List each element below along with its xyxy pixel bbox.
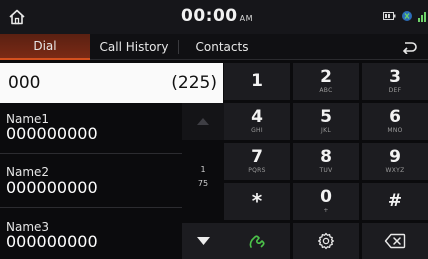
back-arrow-icon <box>402 42 417 54</box>
battery-icon <box>383 12 396 20</box>
dial-number-field[interactable]: 000 (225) <box>0 63 223 103</box>
key-digit: 7 <box>251 147 263 167</box>
phone-handset-icon <box>249 235 265 248</box>
contact-list: Name1 000000000 Name2 000000000 Name3 00… <box>0 103 182 259</box>
list-item[interactable]: Name3 000000000 <box>0 208 182 259</box>
contact-name: Name2 <box>6 165 50 179</box>
key-digit: 8 <box>320 147 332 167</box>
key-star[interactable]: * <box>224 183 290 220</box>
key-5[interactable]: 5 JKL <box>293 103 359 140</box>
key-9[interactable]: 9 WXYZ <box>362 143 428 180</box>
dial-keypad: 1 2 ABC 3 DEF 4 GHI 5 JKL 6 MNO 7 PQRS 8 TUV 9W… <box>224 63 428 259</box>
dialed-number: 000 <box>8 73 41 93</box>
status-icons <box>383 10 426 22</box>
key-2[interactable]: 2 ABC <box>293 63 359 100</box>
key-digit: 9 <box>389 147 401 167</box>
key-digit: * <box>251 189 263 213</box>
home-icon <box>9 9 25 25</box>
match-count: (225) <box>171 73 217 93</box>
triangle-up-icon <box>197 118 209 125</box>
tab-call-history[interactable]: Call History <box>90 34 178 60</box>
phone-connected-icon <box>402 11 412 21</box>
back-button[interactable] <box>390 34 428 60</box>
tab-bar: Dial Call History Contacts <box>0 34 428 60</box>
key-letters: WXYZ <box>385 167 405 174</box>
tab-contacts[interactable]: Contacts <box>179 34 265 60</box>
tab-call-history-label: Call History <box>99 40 169 54</box>
signal-icon <box>418 11 426 22</box>
list-item[interactable]: Name2 000000000 <box>0 155 182 207</box>
backspace-icon <box>384 233 406 249</box>
page-current: 1 <box>200 165 206 174</box>
list-divider <box>0 153 182 154</box>
key-digit: 2 <box>320 67 332 87</box>
tab-dial[interactable]: Dial <box>0 34 90 60</box>
key-digit: 1 <box>251 71 263 91</box>
contact-phone: 000000000 <box>6 124 98 143</box>
key-1[interactable]: 1 <box>224 63 290 100</box>
scroll-up-button[interactable] <box>182 103 224 140</box>
key-letters: MNO <box>387 127 403 134</box>
key-digit: 3 <box>389 67 401 87</box>
clock-time: 00:00 <box>181 6 238 26</box>
key-letters: + <box>323 207 329 214</box>
key-letters: TUV <box>319 167 333 174</box>
scroll-down-button[interactable] <box>182 223 224 259</box>
list-item[interactable]: Name1 000000000 <box>0 103 182 155</box>
key-digit: # <box>387 191 403 211</box>
contact-phone: 000000000 <box>6 178 98 197</box>
key-0[interactable]: 0 + <box>293 183 359 220</box>
key-letters: DEF <box>388 87 402 94</box>
tab-dial-label: Dial <box>33 39 57 53</box>
key-letters: PQRS <box>248 167 266 174</box>
key-letters: JKL <box>321 127 331 134</box>
tab-contacts-label: Contacts <box>195 40 249 54</box>
home-button[interactable] <box>0 0 34 34</box>
page-total: 75 <box>197 179 209 188</box>
key-digit: 6 <box>389 107 401 127</box>
key-letters: ABC <box>319 87 333 94</box>
key-hash[interactable]: # <box>362 183 428 220</box>
list-scroller: 1 75 <box>182 103 224 259</box>
delete-button[interactable] <box>362 223 428 259</box>
key-digit: 4 <box>251 107 263 127</box>
triangle-down-icon <box>196 237 210 245</box>
key-3[interactable]: 3 DEF <box>362 63 428 100</box>
key-6[interactable]: 6 MNO <box>362 103 428 140</box>
key-digit: 0 <box>320 187 332 207</box>
contact-phone: 000000000 <box>6 232 98 251</box>
key-digit: 5 <box>320 107 332 127</box>
call-button[interactable] <box>224 223 290 259</box>
key-4[interactable]: 4 GHI <box>224 103 290 140</box>
gear-icon <box>317 232 335 250</box>
key-letters: GHI <box>251 127 263 134</box>
key-8[interactable]: 8 TUV <box>293 143 359 180</box>
status-bar: 00:00 AM <box>0 0 428 34</box>
key-7[interactable]: 7 PQRS <box>224 143 290 180</box>
settings-button[interactable] <box>293 223 359 259</box>
clock: 00:00 AM <box>181 6 253 26</box>
clock-ampm: AM <box>239 14 253 23</box>
